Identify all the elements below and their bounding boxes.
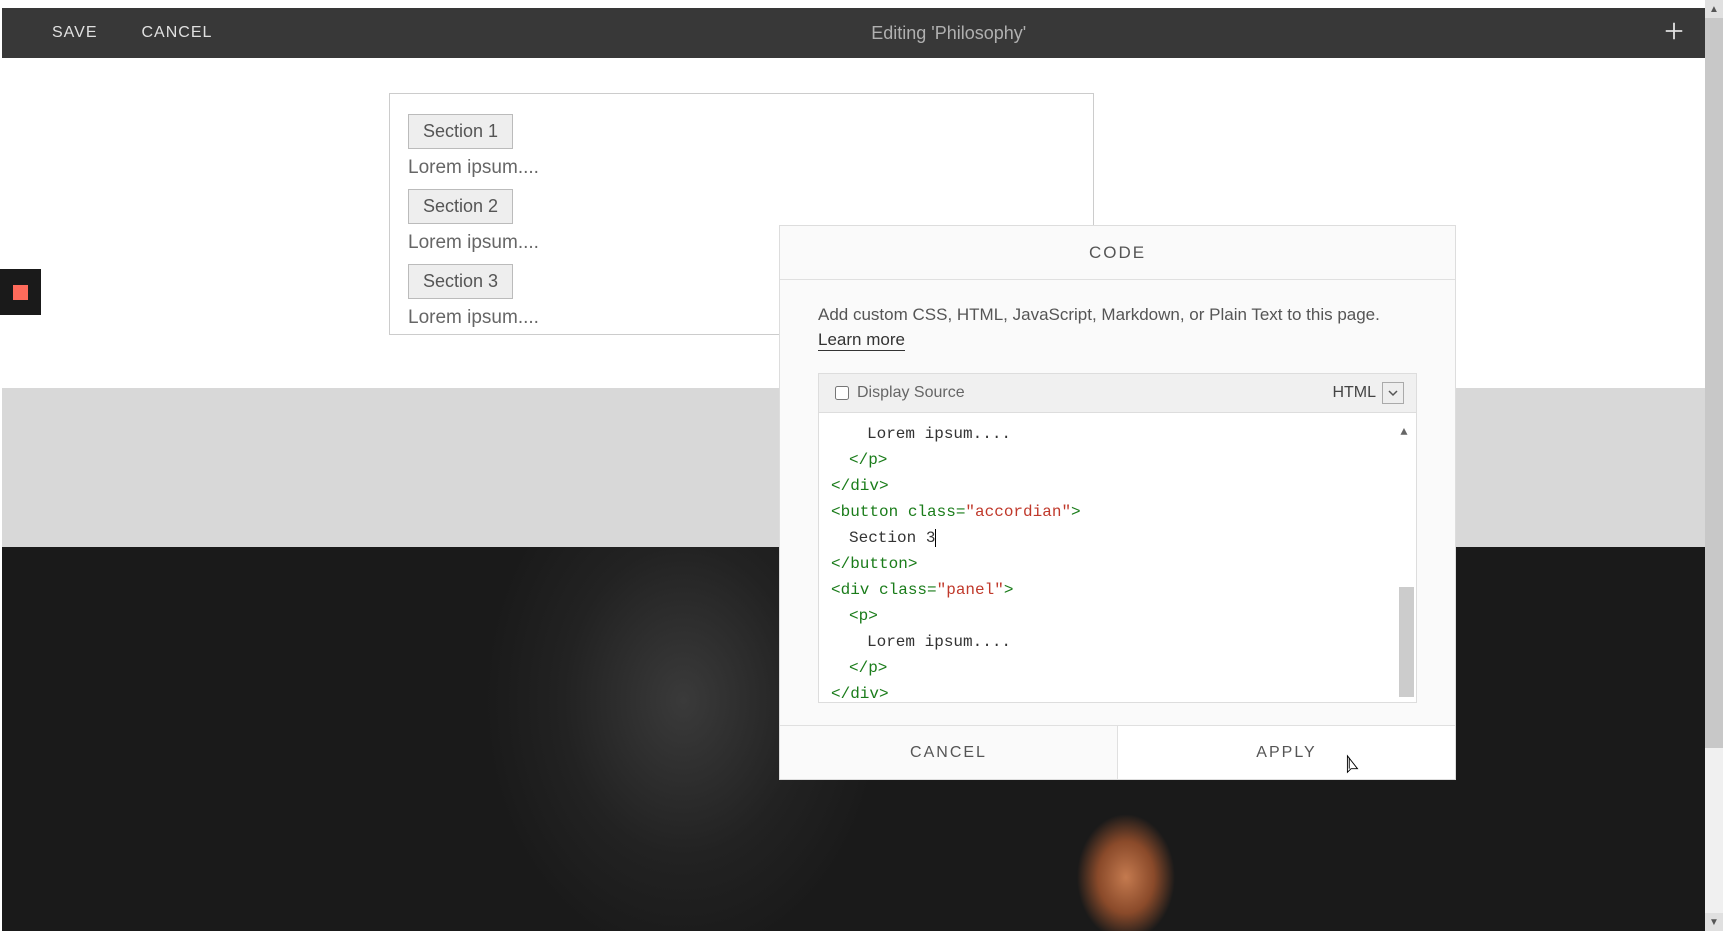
scroll-up-icon[interactable]: ▲ [1705,0,1723,18]
stop-icon [13,285,28,300]
display-source-input[interactable] [835,386,849,400]
code-line: Lorem ipsum.... [867,629,1404,655]
cancel-button[interactable]: CANCEL [120,24,235,42]
code-line: Lorem ipsum.... [867,421,1404,447]
top-bar: SAVE CANCEL Editing 'Philosophy' [2,8,1705,58]
code-line: <div class="panel"> [831,577,1404,603]
code-line: </p> [849,447,1404,473]
language-value: HTML [1332,384,1376,402]
add-icon[interactable] [1663,20,1685,42]
language-select[interactable]: HTML [1332,382,1404,404]
code-line: <button class="accordian"> [831,499,1404,525]
editor-scrollbar-thumb[interactable] [1399,587,1414,697]
code-controls-bar: Display Source HTML [818,373,1417,413]
accordion-item: Section 1 Lorem ipsum.... [408,114,1075,179]
code-editor[interactable]: ▲ ▼ Lorem ipsum....</p></div><button cla… [818,413,1417,703]
page-title: Editing 'Philosophy' [234,23,1663,44]
accordion-button-1[interactable]: Section 1 [408,114,513,149]
display-source-checkbox[interactable]: Display Source [835,384,965,402]
learn-more-link[interactable]: Learn more [818,330,905,351]
code-line: </button> [831,551,1404,577]
side-tool-badge[interactable] [0,269,41,315]
editor-scroll-up-icon[interactable]: ▲ [1396,419,1412,445]
browser-chrome-strip [0,0,1705,8]
save-button[interactable]: SAVE [30,24,120,42]
modal-description: Add custom CSS, HTML, JavaScript, Markdo… [818,302,1417,328]
accordion-button-2[interactable]: Section 2 [408,189,513,224]
code-modal: CODE Add custom CSS, HTML, JavaScript, M… [779,225,1456,780]
code-line: <p> [849,603,1404,629]
page-scrollbar[interactable]: ▲ ▼ [1705,0,1723,931]
code-line: Section 3 [849,525,1404,551]
accordion-panel-text-1: Lorem ipsum.... [408,157,1075,179]
accordion-button-3[interactable]: Section 3 [408,264,513,299]
modal-cancel-button[interactable]: CANCEL [780,726,1117,779]
code-line: </div> [831,473,1404,499]
chevron-down-icon[interactable] [1382,382,1404,404]
modal-footer: CANCEL APPLY [780,725,1455,779]
display-source-label: Display Source [857,384,965,402]
modal-title: CODE [780,226,1455,280]
scroll-down-icon[interactable]: ▼ [1705,913,1723,931]
modal-body: Add custom CSS, HTML, JavaScript, Markdo… [780,280,1455,713]
modal-apply-button[interactable]: APPLY [1117,726,1455,779]
code-line: </div> [831,681,1404,703]
page-scrollbar-thumb[interactable] [1705,18,1723,748]
code-line: </p> [849,655,1404,681]
